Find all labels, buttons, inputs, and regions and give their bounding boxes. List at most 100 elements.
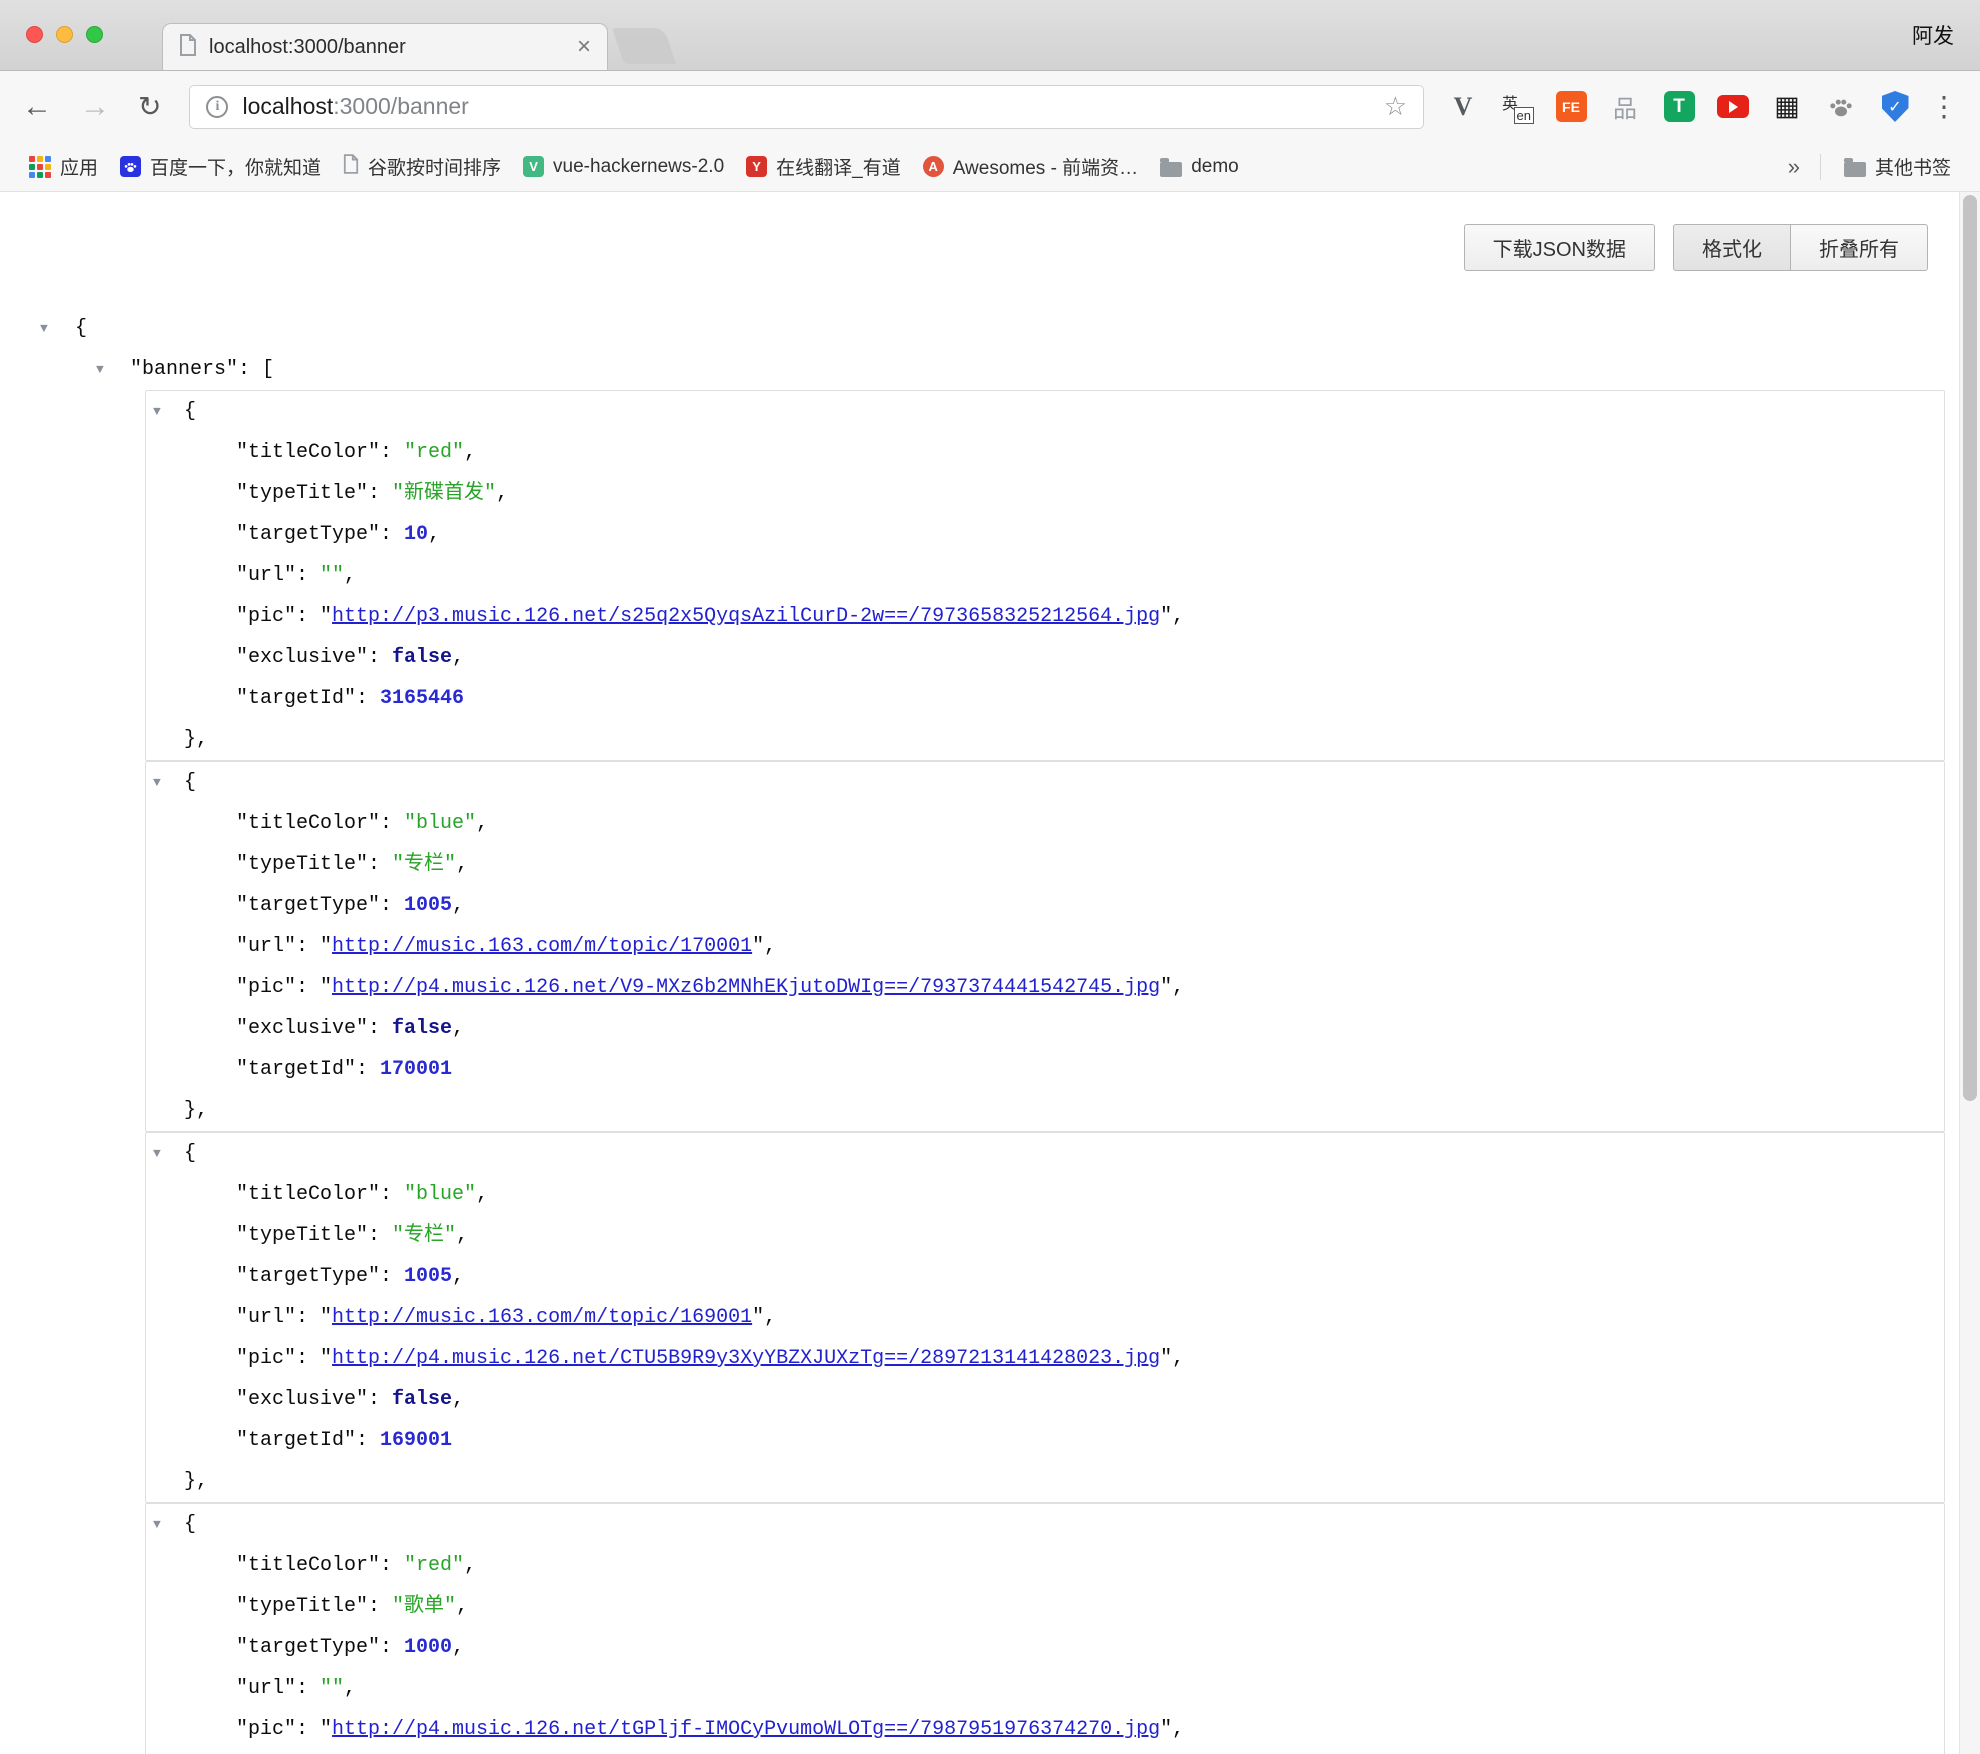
collapse-all-button[interactable]: 折叠所有 xyxy=(1791,224,1928,271)
json-property: "pic": "http://p4.music.126.net/V9-MXz6b… xyxy=(146,967,1944,1008)
scrollbar-thumb[interactable] xyxy=(1963,195,1977,1101)
json-property: "typeTitle": "专栏", xyxy=(146,844,1944,885)
json-string: "" xyxy=(320,1677,344,1700)
paw-extension-icon[interactable] xyxy=(1824,90,1858,124)
json-number: 10 xyxy=(404,523,428,546)
tab-close-icon[interactable]: × xyxy=(577,35,591,59)
url-input[interactable]: i localhost:3000/banner ☆ xyxy=(189,85,1424,129)
green-shield-extension-icon[interactable]: T xyxy=(1662,90,1696,124)
bookmark-item-baidu[interactable]: 百度一下，你就知道 xyxy=(109,149,332,185)
json-boolean: false xyxy=(392,1388,452,1411)
bookmarks-divider xyxy=(1820,154,1821,180)
youtube-extension-icon[interactable] xyxy=(1716,90,1750,124)
bookmark-item-google-sort[interactable]: 谷歌按时间排序 xyxy=(332,149,512,185)
bookmark-label: 谷歌按时间排序 xyxy=(368,153,501,180)
json-line: }, xyxy=(146,719,1944,760)
page-info-icon[interactable]: i xyxy=(206,96,228,118)
collapse-triangle-icon[interactable]: ▼ xyxy=(153,762,161,803)
url-text: localhost:3000/banner xyxy=(242,93,1383,120)
bookmarks-overflow-icon[interactable]: » xyxy=(1780,154,1808,180)
youdao-favicon-icon: Y xyxy=(746,156,767,177)
chrome-menu-icon[interactable]: ⋮ xyxy=(1930,90,1958,123)
json-number: 1000 xyxy=(404,1636,452,1659)
json-link[interactable]: http://p4.music.126.net/CTU5B9R9y3XyYBZX… xyxy=(332,1347,1160,1370)
json-property: "exclusive": false, xyxy=(146,1379,1944,1420)
json-tree: ▼{▼"banners": [▼{"titleColor": "red","ty… xyxy=(0,308,1959,1754)
json-link[interactable]: http://music.163.com/m/topic/169001 xyxy=(332,1306,752,1329)
extension-icons: V 英en FE 品 T ▦ ✓ xyxy=(1446,90,1912,124)
bookmark-label: vue-hackernews-2.0 xyxy=(553,156,724,178)
json-property: "targetType": 10, xyxy=(146,514,1944,555)
collapse-triangle-icon[interactable]: ▼ xyxy=(40,308,48,349)
json-link[interactable]: http://p4.music.126.net/tGPljf-IMOCyPvum… xyxy=(332,1718,1160,1741)
json-string: "red" xyxy=(404,441,464,464)
reload-button-icon[interactable]: ↻ xyxy=(138,93,161,121)
new-tab-button[interactable] xyxy=(612,28,676,64)
json-string: "blue" xyxy=(404,812,476,835)
json-link[interactable]: http://p3.music.126.net/s25q2x5QyqsAzilC… xyxy=(332,605,1160,628)
json-property: "titleColor": "blue", xyxy=(146,1174,1944,1215)
bookmark-item-vue-hackernews[interactable]: V vue-hackernews-2.0 xyxy=(512,149,735,185)
collapse-triangle-icon[interactable]: ▼ xyxy=(153,391,161,432)
browser-window: localhost:3000/banner × 阿发 ← → ↻ i local… xyxy=(0,0,1980,1754)
json-string: "red" xyxy=(404,1554,464,1577)
browser-tab[interactable]: localhost:3000/banner × xyxy=(162,23,608,70)
bookmarks-bar: 应用 百度一下，你就知道 谷歌按时间排序 V vue-hackernews-2.… xyxy=(0,142,1980,192)
collapse-triangle-icon[interactable]: ▼ xyxy=(96,349,104,390)
json-line: ▼{ xyxy=(146,1504,1944,1545)
json-string: "新碟首发" xyxy=(392,482,496,505)
json-number: 1005 xyxy=(404,894,452,917)
json-number: 169001 xyxy=(380,1429,452,1452)
document-favicon-icon xyxy=(343,154,359,180)
json-property: "exclusive": false, xyxy=(146,1008,1944,1049)
json-link[interactable]: http://p4.music.126.net/V9-MXz6b2MNhEKju… xyxy=(332,976,1160,999)
json-property: "exclusive": false, xyxy=(146,637,1944,678)
bookmark-label: Awesomes - 前端资… xyxy=(953,153,1138,180)
maximize-window-button[interactable] xyxy=(86,26,103,43)
json-property: "typeTitle": "歌单", xyxy=(146,1586,1944,1627)
json-array-element: ▼{"titleColor": "blue","typeTitle": "专栏"… xyxy=(145,1132,1945,1503)
json-property: "targetId": 169001 xyxy=(146,1420,1944,1461)
window-titlebar: localhost:3000/banner × 阿发 xyxy=(0,0,1980,71)
bookmark-folder-demo[interactable]: demo xyxy=(1149,149,1250,185)
vertical-scrollbar[interactable] xyxy=(1959,192,1980,1754)
other-bookmarks-folder[interactable]: 其他书签 xyxy=(1833,149,1962,185)
org-chart-extension-icon[interactable]: 品 xyxy=(1608,90,1642,124)
minimize-window-button[interactable] xyxy=(56,26,73,43)
bookmark-label: 其他书签 xyxy=(1875,153,1951,180)
vimium-extension-icon[interactable]: V xyxy=(1446,90,1480,124)
bookmark-label: 百度一下，你就知道 xyxy=(150,153,321,180)
traffic-lights xyxy=(26,26,103,43)
json-property: "pic": "http://p3.music.126.net/s25q2x5Q… xyxy=(146,596,1944,637)
apps-shortcut[interactable]: 应用 xyxy=(18,149,109,185)
blue-shield-extension-icon[interactable]: ✓ xyxy=(1878,90,1912,124)
json-boolean: false xyxy=(392,1017,452,1040)
translate-extension-icon[interactable]: 英en xyxy=(1500,90,1534,124)
format-button[interactable]: 格式化 xyxy=(1673,224,1791,271)
profile-name[interactable]: 阿发 xyxy=(1912,20,1954,50)
collapse-triangle-icon[interactable]: ▼ xyxy=(153,1133,161,1174)
apps-grid-icon xyxy=(29,156,51,178)
viewer-actions: 下载JSON数据 格式化 折叠所有 xyxy=(1464,224,1928,271)
json-string: "专栏" xyxy=(392,1224,456,1247)
back-button-icon[interactable]: ← xyxy=(22,92,52,122)
json-number: 170001 xyxy=(380,1058,452,1081)
fe-extension-icon[interactable]: FE xyxy=(1554,90,1588,124)
json-array-element: ▼{"titleColor": "red","typeTitle": "歌单",… xyxy=(145,1503,1945,1754)
json-property: "url": "http://music.163.com/m/topic/169… xyxy=(146,1297,1944,1338)
json-property: "targetType": 1005, xyxy=(146,885,1944,926)
page-content: 下载JSON数据 格式化 折叠所有 ▼{▼"banners": [▼{"titl… xyxy=(0,192,1980,1754)
collapse-triangle-icon[interactable]: ▼ xyxy=(153,1504,161,1545)
bookmark-star-icon[interactable]: ☆ xyxy=(1384,91,1407,122)
qrcode-extension-icon[interactable]: ▦ xyxy=(1770,90,1804,124)
json-link[interactable]: http://music.163.com/m/topic/170001 xyxy=(332,935,752,958)
json-property: "exclusive": false xyxy=(146,1750,1944,1754)
download-json-button[interactable]: 下载JSON数据 xyxy=(1464,224,1655,271)
close-window-button[interactable] xyxy=(26,26,43,43)
bookmark-item-awesomes[interactable]: A Awesomes - 前端资… xyxy=(912,149,1149,185)
bookmark-item-youdao[interactable]: Y 在线翻译_有道 xyxy=(735,149,912,185)
bookmark-label: demo xyxy=(1191,156,1239,178)
page-favicon-icon xyxy=(179,34,197,61)
awesomes-favicon-icon: A xyxy=(923,156,944,177)
forward-button-icon[interactable]: → xyxy=(80,92,110,122)
